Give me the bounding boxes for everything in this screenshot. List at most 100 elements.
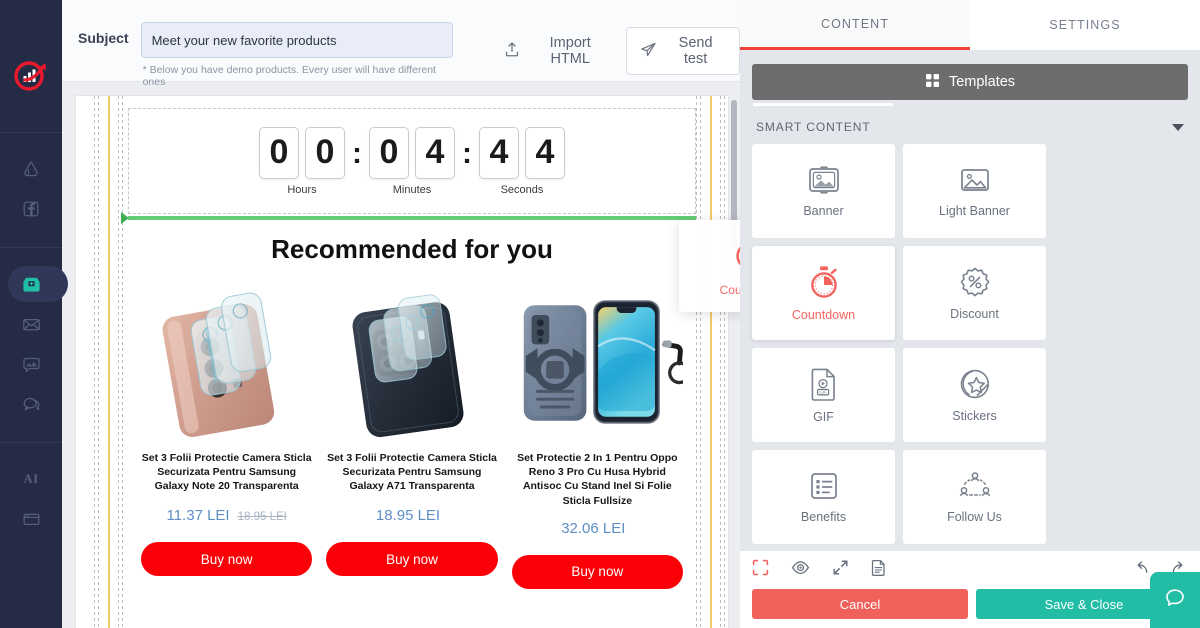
sidebar-divider-3	[0, 442, 62, 443]
tab-settings[interactable]: SETTINGS	[970, 0, 1200, 50]
tile-label: Benefits	[800, 509, 847, 524]
templates-section: Templates	[740, 50, 1200, 106]
samsung-note20-rose-gold-camera-protector-icon	[162, 292, 274, 437]
tile-label: Discount	[950, 306, 999, 321]
buy-now-button[interactable]: Buy now	[326, 542, 498, 576]
canvas-scroll-region: 0 0 Hours : 0 4 Minutes: 4 4 Seconds Re…	[62, 96, 740, 628]
sidebar-item-popups[interactable]	[0, 499, 62, 539]
send-test-button[interactable]: Send test	[626, 27, 740, 75]
topbar-actions: Import HTML Send test	[504, 22, 740, 75]
product-price: 11.37 LEI	[166, 507, 230, 524]
tile-benefits[interactable]: Benefits	[752, 450, 895, 544]
email-editor-app: AI Subject * Below you have demo pro	[0, 0, 1200, 628]
sidebar-divider-1	[0, 132, 62, 133]
sidebar-item-chat[interactable]	[0, 384, 62, 424]
eye-preview-icon[interactable]	[791, 559, 810, 576]
product-price-row: 32.06 LEI	[561, 520, 633, 537]
tile-light-banner[interactable]: Light Banner	[903, 144, 1046, 238]
ruler-guide	[118, 96, 119, 628]
samsung-a71-black-camera-protector-icon	[352, 294, 464, 438]
templates-label: Templates	[948, 74, 1016, 90]
sidebar-group-messaging	[0, 264, 68, 424]
countdown-timer: 0 0 Hours : 0 4 Minutes: 4 4 Seconds	[259, 126, 565, 196]
sidebar-item-google-ads[interactable]	[0, 149, 62, 189]
chart-arrow-logo-icon	[14, 61, 46, 91]
svg-text:GIF: GIF	[819, 389, 827, 394]
ai-text-icon: AI	[23, 471, 39, 486]
product-old-price: 18.95 LEI	[237, 511, 287, 523]
chat-support-button[interactable]	[1150, 572, 1200, 628]
product-card[interactable]: Set 3 Folii Protectie Camera Sticla Secu…	[319, 281, 504, 589]
subject-input[interactable]	[140, 22, 453, 58]
oppo-reno3-case-ring-screen-protector-icon	[523, 300, 683, 424]
inbox-icon	[21, 274, 42, 295]
tile-label: GIF	[813, 409, 834, 424]
editor-topbar: Subject * Below you have demo products. …	[62, 0, 740, 88]
right-panel-bottom: Cancel Save & Close	[740, 550, 1200, 628]
tile-countdown[interactable]: Countdown	[752, 246, 895, 340]
ruler-guide	[696, 96, 697, 628]
templates-button[interactable]: Templates	[752, 64, 1188, 100]
sidebar-item-ai[interactable]: AI	[0, 459, 62, 499]
sidebar-divider-2	[0, 247, 62, 248]
countdown-seconds-group: 4 4 Seconds	[479, 126, 565, 196]
upload-icon	[504, 41, 520, 62]
right-panel: CONTENT SETTINGS Templates SMART CONTENT…	[740, 0, 1200, 628]
tile-label: Stickers	[952, 408, 997, 423]
ruler-guide	[94, 96, 95, 628]
tile-label: Banner	[803, 203, 844, 218]
expand-arrows-icon[interactable]	[832, 559, 849, 576]
product-card[interactable]: Set Protectie 2 In 1 Pentru Oppo Reno 3 …	[505, 281, 690, 589]
tile-discount[interactable]: Discount	[903, 246, 1046, 340]
sidebar-item-web-push[interactable]	[0, 344, 62, 384]
drag-ghost-label: Countdown	[719, 283, 740, 297]
crop-frame-icon[interactable]	[752, 559, 769, 576]
chevron-down-icon[interactable]	[1172, 123, 1184, 131]
countdown-seconds-label: Seconds	[500, 183, 544, 196]
sidebar-group-tools: AI	[0, 459, 62, 539]
product-image	[141, 281, 312, 441]
right-panel-tabs: CONTENT SETTINGS	[740, 0, 1200, 50]
tab-content[interactable]: CONTENT	[740, 0, 970, 50]
people-network-icon	[958, 471, 992, 501]
countdown-minutes-digit-1: 0	[369, 126, 409, 179]
percent-badge-icon	[959, 266, 991, 298]
drag-ghost-countdown[interactable]: Countdown	[679, 220, 740, 312]
countdown-separator-2: :	[462, 136, 472, 170]
tile-follow-us[interactable]: Follow Us	[903, 450, 1046, 544]
document-icon[interactable]	[871, 559, 886, 576]
tile-gif[interactable]: GIF GIF	[752, 348, 895, 442]
tile-stickers[interactable]: Stickers	[903, 348, 1046, 442]
smart-content-tiles: Banner Light Banner Countdown Discount G…	[740, 144, 1200, 544]
sidebar-item-facebook[interactable]	[0, 189, 62, 229]
section-header-smart-content[interactable]: SMART CONTENT	[740, 106, 1200, 144]
recommended-title: Recommended for you	[271, 234, 553, 264]
ruler-guide	[700, 96, 701, 628]
ruler-guide	[98, 96, 99, 628]
countdown-hours-group: 0 0 Hours	[259, 126, 345, 196]
import-html-button[interactable]: Import HTML	[504, 35, 612, 67]
facebook-icon	[21, 199, 41, 219]
sidebar-item-email-campaigns[interactable]	[0, 264, 68, 304]
product-price-row: 11.37 LEI 18.95 LEI	[166, 507, 286, 524]
buy-now-button[interactable]: Buy now	[141, 542, 313, 576]
product-name: Set 3 Folii Protectie Camera Sticla Secu…	[141, 452, 312, 493]
app-logo[interactable]	[8, 52, 54, 98]
sidebar-item-newsletters[interactable]	[0, 304, 62, 344]
buy-now-button[interactable]: Buy now	[511, 554, 683, 589]
cancel-button[interactable]: Cancel	[752, 589, 968, 619]
product-card[interactable]: Set 3 Folii Protectie Camera Sticla Secu…	[134, 281, 319, 589]
undo-arrow-icon[interactable]	[1132, 560, 1149, 575]
product-name: Set 3 Folii Protectie Camera Sticla Secu…	[327, 452, 497, 493]
countdown-minutes-group: 0 4 Minutes	[369, 126, 455, 196]
product-image	[512, 281, 683, 441]
tile-banner[interactable]: Banner	[752, 144, 895, 238]
countdown-block[interactable]: 0 0 Hours : 0 4 Minutes: 4 4 Seconds	[128, 108, 696, 214]
subject-field-group: * Below you have demo products. Every us…	[140, 22, 461, 88]
tile-label: Countdown	[791, 307, 856, 322]
countdown-separator-1: :	[352, 136, 362, 170]
sticker-star-icon	[959, 368, 991, 400]
import-html-label: Import HTML	[549, 35, 591, 67]
product-name: Set Protectie 2 In 1 Pentru Oppo Reno 3 …	[517, 452, 678, 507]
image-frame-icon	[807, 165, 841, 195]
